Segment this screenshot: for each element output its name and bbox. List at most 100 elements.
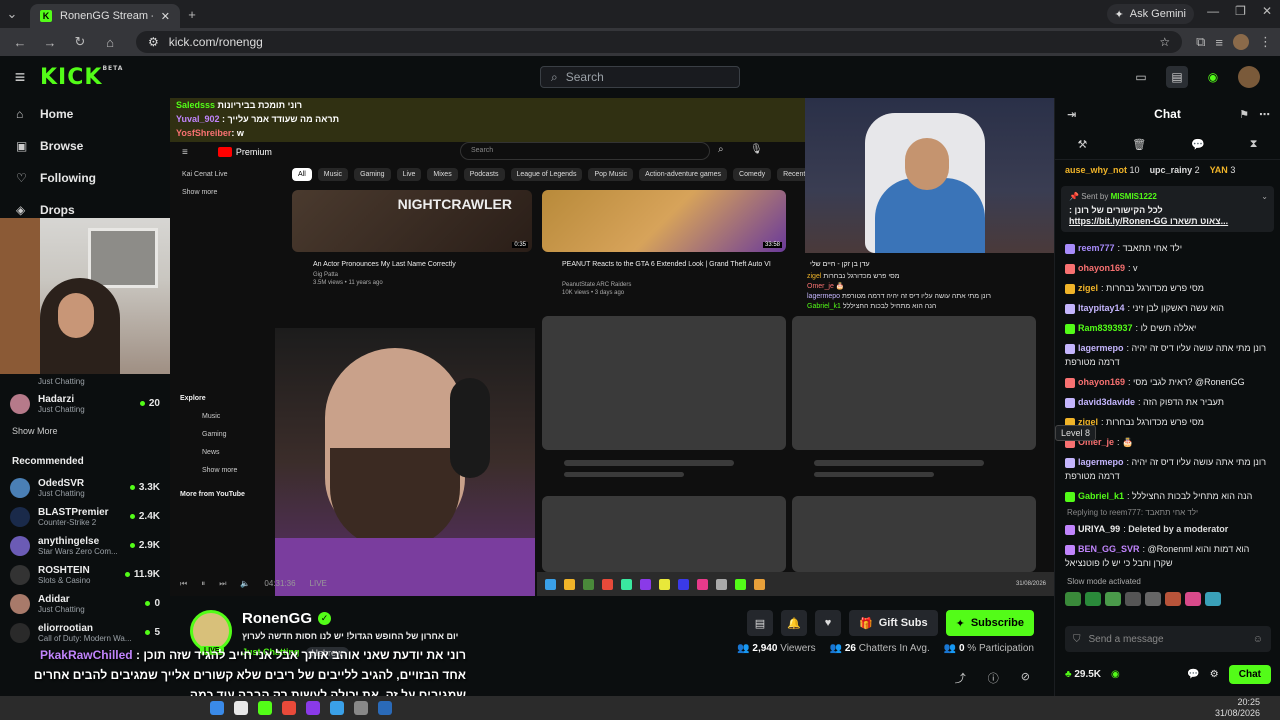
close-tab-icon[interactable]: ✕ — [161, 10, 170, 23]
emote[interactable] — [1145, 592, 1161, 606]
chat-message[interactable]: lagermepo: רונן מתי אתה עושה עליו דיס זה… — [1055, 338, 1280, 372]
hide-icon[interactable]: ⊘ — [1021, 670, 1030, 686]
kick-logo[interactable]: KICKBETA — [40, 65, 123, 90]
hammer-icon[interactable]: ⚒ — [1077, 138, 1087, 151]
kicks-balance[interactable]: ♣ 29.5K — [1065, 669, 1101, 680]
streamer-name[interactable]: RonenGG ✓ — [242, 610, 331, 627]
profile-avatar[interactable] — [1233, 34, 1249, 50]
chat-message[interactable]: Gabriel_k1: הנה הוא מתחיל לבכות החציללל — [1055, 486, 1280, 506]
emote[interactable] — [1125, 592, 1141, 606]
reload-icon[interactable]: ↻ — [68, 30, 92, 54]
forward-icon[interactable]: ⏭ — [219, 579, 226, 589]
collapse-chat-icon[interactable]: ⇥ — [1067, 108, 1076, 121]
emote[interactable] — [1085, 592, 1101, 606]
address-bar[interactable]: ⚙ kick.com/ronengg ☆ — [136, 31, 1183, 53]
trash-icon[interactable]: 🗑 — [1132, 138, 1146, 151]
taskbar-app-icon[interactable] — [330, 701, 344, 715]
ask-gemini-button[interactable]: ✦ Ask Gemini — [1106, 4, 1194, 24]
home-browser-icon[interactable]: ⌂ — [98, 30, 122, 54]
nav-home[interactable]: ⌂ Home — [0, 98, 170, 130]
chat-message[interactable]: lagermepo: רונן מתי אתה עושה עליו דיס זה… — [1055, 452, 1280, 486]
gifter[interactable]: ause_why_not 10 — [1065, 165, 1140, 175]
nav-browse[interactable]: ▣ Browse — [0, 130, 170, 162]
kick-coin-icon[interactable]: ◉ — [1202, 66, 1224, 88]
chat-username[interactable]: Gabriel_k1 — [1078, 491, 1124, 501]
hourglass-icon[interactable]: ⧗ — [1250, 138, 1258, 151]
gift-subs-button[interactable]: 🎁 Gift Subs — [849, 610, 938, 636]
info-icon[interactable]: ⓘ — [988, 670, 999, 686]
layout-toggle-icon[interactable]: ▤ — [1166, 66, 1188, 88]
bookmark-star-icon[interactable]: ☆ — [1159, 35, 1170, 49]
maximize-icon[interactable]: ❐ — [1235, 4, 1246, 18]
chat-username[interactable]: reem777 — [1078, 243, 1115, 253]
emote[interactable] — [1065, 592, 1081, 606]
follow-heart-icon[interactable]: ♥ — [815, 610, 841, 636]
following-channel[interactable]: Hadarzi Just Chatting 20 — [0, 389, 170, 418]
user-avatar[interactable] — [1238, 66, 1260, 88]
chat-username[interactable]: zigel — [1078, 283, 1098, 293]
hamburger-menu-icon[interactable]: ≡ — [0, 67, 40, 88]
chat-message[interactable]: BEN_GG_SVR: @Ronenml הוא דמות והוא שקרן … — [1055, 539, 1280, 573]
chat-username[interactable]: ohayon169 — [1078, 263, 1125, 273]
chat-username[interactable]: lagermepo — [1078, 457, 1124, 467]
emoji-icon[interactable]: ☺ — [1253, 634, 1263, 645]
pinned-message[interactable]: 📌 Sent by MISMIS1222 לכל הקישורים של רונ… — [1061, 186, 1274, 232]
tab-list-chevron-icon[interactable]: ⌄ — [0, 2, 24, 26]
chat-menu-icon[interactable]: ⋯ — [1259, 108, 1270, 121]
chat-bubble-icon[interactable]: 💬 — [1187, 669, 1199, 680]
taskbar-app-icon[interactable] — [282, 701, 296, 715]
emote[interactable] — [1105, 592, 1121, 606]
recommended-channel[interactable]: BLASTPremier Counter-Strike 2 2.4K — [0, 502, 170, 531]
media-control-icon[interactable]: ≡ — [1215, 35, 1223, 50]
extensions-puzzle-icon[interactable]: ⧉ — [1196, 34, 1205, 50]
chat-message[interactable]: URIYA_99: Deleted by a moderator — [1055, 519, 1280, 539]
subscribe-button[interactable]: ✦ Subscribe — [945, 610, 1034, 636]
emote[interactable] — [1205, 592, 1221, 606]
chat-input[interactable]: ⛉ Send a message ☺ — [1065, 626, 1271, 652]
chat-message[interactable]: Itaypitay14: הוא עשה ראשקון לבן זיני — [1055, 298, 1280, 318]
minimize-icon[interactable]: — — [1207, 4, 1219, 18]
browser-tab[interactable]: K RonenGG Stream - Watch Live o ✕ — [30, 4, 180, 28]
chat-message[interactable]: ohayon169: ראית לגבי מסי? @RonenGG — [1055, 372, 1280, 392]
close-window-icon[interactable]: ✕ — [1262, 4, 1272, 18]
chat-message[interactable]: zigel: מסי פרש מכדורגל נבחרות — [1055, 278, 1280, 298]
taskbar-app-icon[interactable] — [234, 701, 248, 715]
unpin-icon[interactable]: ⌄ — [1261, 192, 1268, 201]
chat-message[interactable]: reem777: ילד אחי תתאבד — [1055, 238, 1280, 258]
chat-message[interactable]: david3davide: תעביר את הדפוק הזה — [1055, 392, 1280, 412]
chat-username[interactable]: david3davide — [1078, 397, 1135, 407]
clip-icon[interactable]: ▤ — [747, 610, 773, 636]
show-more-link[interactable]: Show More — [0, 418, 170, 444]
new-tab-plus-icon[interactable]: + — [180, 2, 204, 26]
emote[interactable] — [1165, 592, 1181, 606]
nav-following[interactable]: ♡ Following — [0, 162, 170, 194]
gifter[interactable]: upc_rainy 2 — [1150, 165, 1200, 175]
recommended-channel[interactable]: Adidar Just Chatting 0 — [0, 589, 170, 618]
search-input[interactable]: ⌕ Search — [540, 66, 740, 88]
taskbar-app-icon[interactable] — [258, 701, 272, 715]
pinned-link[interactable]: https://bit.ly/Ronen-GG צאוט תשארו... — [1069, 216, 1266, 226]
rewind-icon[interactable]: ⏮ — [180, 579, 187, 589]
share-icon[interactable]: ⤴ — [955, 670, 966, 686]
site-info-icon[interactable]: ⚙ — [148, 35, 159, 49]
volume-icon[interactable]: 🔈 — [240, 579, 250, 589]
emote[interactable] — [1185, 592, 1201, 606]
chat-username[interactable]: lagermepo — [1078, 343, 1124, 353]
theater-mode-icon[interactable]: ▭ — [1130, 66, 1152, 88]
chat-bubble-icon[interactable]: 💬 — [1191, 138, 1205, 151]
taskbar-app-icon[interactable] — [378, 701, 392, 715]
taskbar-app-icon[interactable] — [210, 701, 224, 715]
forward-arrow-icon[interactable]: → — [38, 30, 62, 54]
chat-users-icon[interactable]: ⚑ — [1239, 108, 1249, 121]
recommended-channel[interactable]: OdedSVR Just Chatting 3.3K — [0, 473, 170, 502]
gifter[interactable]: YAN 3 — [1210, 165, 1236, 175]
chat-username[interactable]: Itaypitay14 — [1078, 303, 1125, 313]
chat-message[interactable]: ohayon169: v — [1055, 258, 1280, 278]
chat-username[interactable]: Ram8393937 — [1078, 323, 1133, 333]
taskbar-app-icon[interactable] — [306, 701, 320, 715]
kick-coin-icon[interactable]: ◉ — [1111, 669, 1120, 680]
recommended-channel[interactable]: anythingelse Star Wars Zero Com... 2.9K — [0, 531, 170, 560]
recommended-channel[interactable]: ROSHTEIN Slots & Casino 11.9K — [0, 560, 170, 589]
chat-send-button[interactable]: Chat — [1228, 664, 1271, 684]
chat-message[interactable]: Ram8393937: יאללה תשים לו — [1055, 318, 1280, 338]
